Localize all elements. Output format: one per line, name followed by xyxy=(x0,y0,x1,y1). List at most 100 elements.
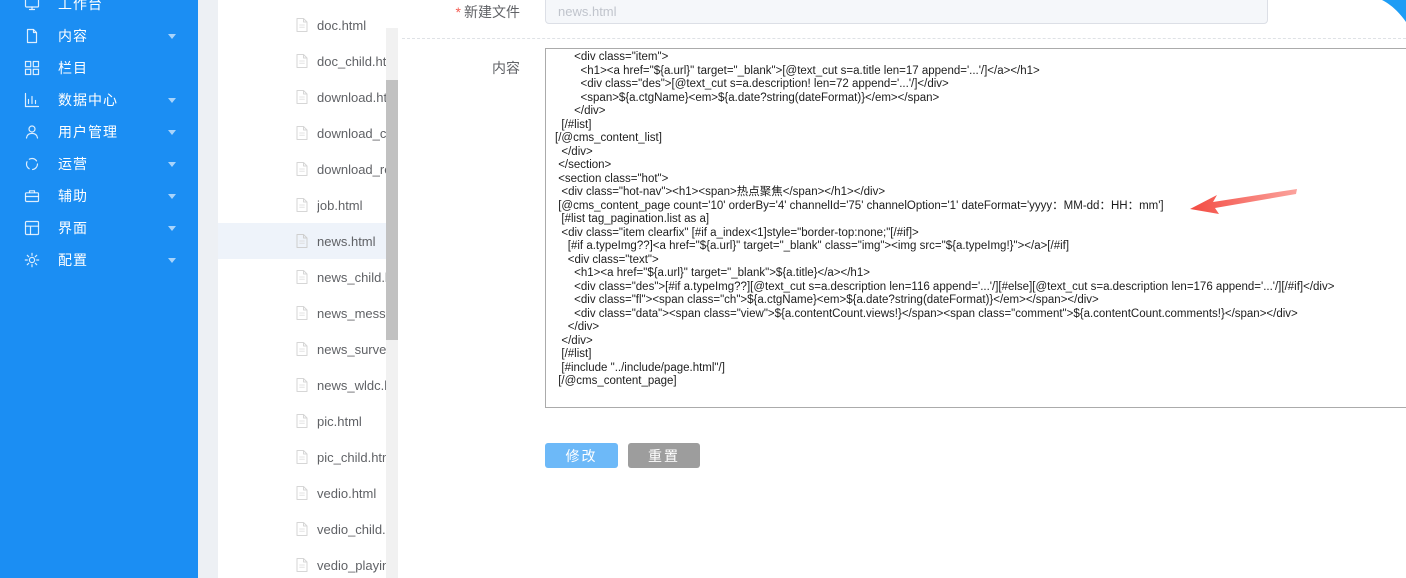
monitor-icon xyxy=(24,0,40,12)
sidebar-gutter xyxy=(198,0,218,578)
file-name: vedio.html xyxy=(317,486,376,501)
file-item-job[interactable]: job.html xyxy=(218,187,386,223)
chevron-down-icon xyxy=(168,226,176,231)
chart-icon xyxy=(24,92,40,108)
file-item-pic[interactable]: pic.html xyxy=(218,403,386,439)
chevron-down-icon xyxy=(168,34,176,39)
file-icon xyxy=(295,521,309,537)
file-name: pic_child.htm xyxy=(317,450,386,465)
sidebar-item-label: 运营 xyxy=(58,154,168,174)
chevron-down-icon xyxy=(168,194,176,199)
document-icon xyxy=(24,28,40,44)
file-icon xyxy=(295,377,309,393)
sidebar-item-columns[interactable]: 栏目 xyxy=(0,52,198,84)
template-code: <div class="item"> <h1><a href="${a.url}… xyxy=(546,49,1406,389)
file-name: news_wldc.h xyxy=(317,378,386,393)
modify-button[interactable]: 修改 xyxy=(545,443,618,468)
file-name: download.ht xyxy=(317,90,386,105)
file-item-news-survey[interactable]: news_survey xyxy=(218,331,386,367)
file-icon xyxy=(295,161,309,177)
chevron-down-icon xyxy=(168,258,176,263)
file-name: news_survey xyxy=(317,342,386,357)
sidebar-item-label: 界面 xyxy=(58,218,168,238)
file-name: vedio_child.h xyxy=(317,522,386,537)
file-icon xyxy=(295,125,309,141)
file-item-doc-child[interactable]: doc_child.ht xyxy=(218,43,386,79)
file-name: download_cl xyxy=(317,126,386,141)
toolbox-icon xyxy=(24,188,40,204)
sidebar-item-content[interactable]: 内容 xyxy=(0,20,198,52)
file-icon xyxy=(295,557,309,573)
file-item-vedio[interactable]: vedio.html xyxy=(218,475,386,511)
sidebar-item-label: 栏目 xyxy=(58,58,168,78)
file-item-vedio-playing[interactable]: vedio_playin xyxy=(218,547,386,578)
file-icon xyxy=(295,413,309,429)
sidebar-item-label: 配置 xyxy=(58,250,168,270)
file-icon xyxy=(295,197,309,213)
file-item-pic-child[interactable]: pic_child.htm xyxy=(218,439,386,475)
gear-icon xyxy=(24,252,40,268)
file-icon xyxy=(295,449,309,465)
file-item-download-child[interactable]: download_cl xyxy=(218,115,386,151)
form-section-divider xyxy=(402,38,1406,39)
file-name: doc.html xyxy=(317,18,366,33)
operation-icon xyxy=(24,156,40,172)
file-list-scrollbar-thumb[interactable] xyxy=(386,80,398,340)
sidebar: 工作台 内容 栏目 数据中心 xyxy=(0,0,198,578)
file-name: news.html xyxy=(317,234,376,249)
file-name: vedio_playin xyxy=(317,558,386,573)
file-icon xyxy=(295,269,309,285)
sidebar-item-label: 工作台 xyxy=(58,0,168,14)
file-list: doc.html doc_child.ht download.ht downlo… xyxy=(218,7,386,578)
file-name: news_messa xyxy=(317,306,386,321)
sidebar-item-label: 数据中心 xyxy=(58,90,168,110)
file-item-news-message[interactable]: news_messa xyxy=(218,295,386,331)
user-icon xyxy=(24,124,40,140)
file-icon xyxy=(295,485,309,501)
template-edit-form: *新建文件 内容 <div class="item"> <h1><a href=… xyxy=(400,0,1406,578)
sidebar-item-operations[interactable]: 运营 xyxy=(0,148,198,180)
file-item-download-re[interactable]: download_re xyxy=(218,151,386,187)
chevron-down-icon xyxy=(168,98,176,103)
file-name: pic.html xyxy=(317,414,362,429)
sidebar-item-label: 内容 xyxy=(58,26,168,46)
content-label: 内容 xyxy=(400,58,520,78)
file-icon xyxy=(295,233,309,249)
sidebar-item-interface[interactable]: 界面 xyxy=(0,212,198,244)
sidebar-item-auxiliary[interactable]: 辅助 xyxy=(0,180,198,212)
file-icon xyxy=(295,53,309,69)
file-name: download_re xyxy=(317,162,386,177)
file-item-news-selected[interactable]: news.html xyxy=(218,223,386,259)
file-item-news-child[interactable]: news_child.h xyxy=(218,259,386,295)
sidebar-item-configuration[interactable]: 配置 xyxy=(0,244,198,276)
new-file-input[interactable] xyxy=(545,0,1268,24)
file-tree-panel: doc.html doc_child.ht download.ht downlo… xyxy=(218,0,400,578)
sidebar-item-user-management[interactable]: 用户管理 xyxy=(0,116,198,148)
file-item-download[interactable]: download.ht xyxy=(218,79,386,115)
sidebar-menu: 工作台 内容 栏目 数据中心 xyxy=(0,0,198,276)
file-name: job.html xyxy=(317,198,363,213)
chevron-down-icon xyxy=(168,130,176,135)
reset-button[interactable]: 重置 xyxy=(628,443,700,468)
file-name: doc_child.ht xyxy=(317,54,386,69)
template-code-editor[interactable]: <div class="item"> <h1><a href="${a.url}… xyxy=(545,48,1406,408)
file-name: news_child.h xyxy=(317,270,386,285)
sidebar-item-workbench[interactable]: 工作台 xyxy=(0,0,198,20)
file-item-vedio-child[interactable]: vedio_child.h xyxy=(218,511,386,547)
sidebar-item-label: 用户管理 xyxy=(58,122,168,142)
file-icon xyxy=(295,305,309,321)
sidebar-item-label: 辅助 xyxy=(58,186,168,206)
file-icon xyxy=(295,89,309,105)
template-editor-page: 工作台 内容 栏目 数据中心 xyxy=(0,0,1406,578)
sidebar-item-data-center[interactable]: 数据中心 xyxy=(0,84,198,116)
layout-icon xyxy=(24,220,40,236)
required-asterisk: * xyxy=(456,4,461,20)
corner-bird-glyph xyxy=(1382,0,1406,22)
file-item-doc[interactable]: doc.html xyxy=(218,7,386,43)
file-icon xyxy=(295,17,309,33)
file-item-news-wldc[interactable]: news_wldc.h xyxy=(218,367,386,403)
chevron-down-icon xyxy=(168,162,176,167)
grid-icon xyxy=(24,60,40,76)
file-icon xyxy=(295,341,309,357)
new-file-label: *新建文件 xyxy=(400,2,520,22)
